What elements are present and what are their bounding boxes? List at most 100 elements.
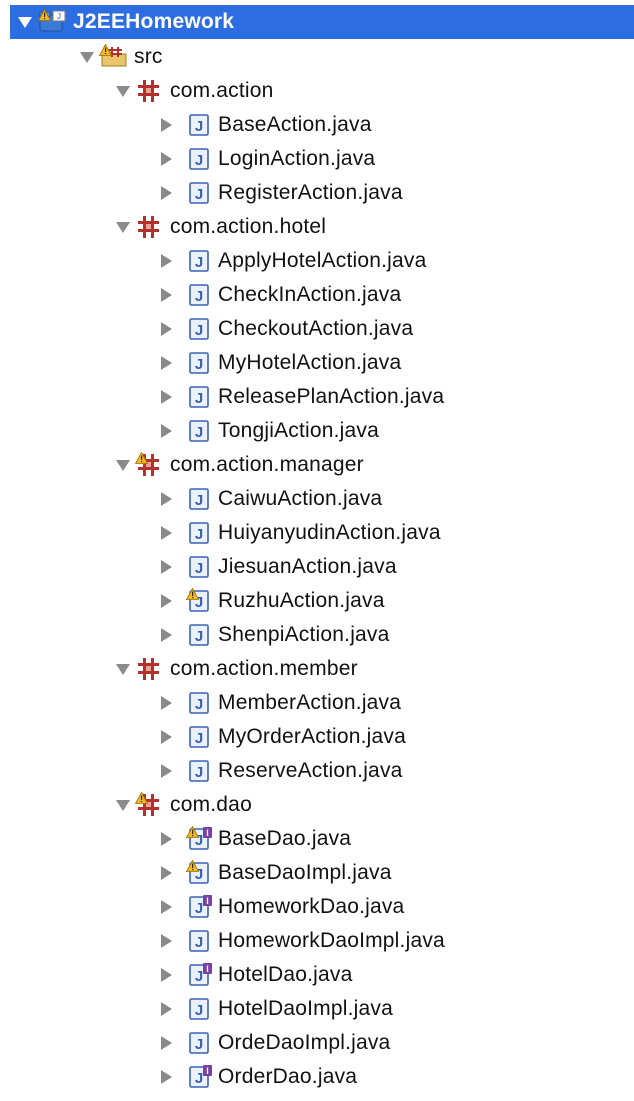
java-class-file-icon: J: [186, 588, 214, 614]
collapse-arrow-icon[interactable]: [156, 999, 176, 1019]
collapse-arrow-icon[interactable]: [156, 727, 176, 747]
warning-overlay-icon: [186, 860, 199, 872]
svg-text:J: J: [195, 288, 203, 305]
collapse-arrow-icon[interactable]: [156, 897, 176, 917]
tree-row-file[interactable]: J CheckoutAction.java: [156, 312, 413, 346]
tree-row-file[interactable]: J I HotelDao.java: [156, 958, 353, 992]
collapse-arrow-icon[interactable]: [156, 625, 176, 645]
collapse-arrow-icon[interactable]: [156, 591, 176, 611]
tree-row-file[interactable]: J I HomeworkDao.java: [156, 890, 404, 924]
tree-row-file[interactable]: J BaseDaoImpl.java: [156, 856, 392, 890]
java-class-file-icon: J: [186, 486, 214, 512]
tree-row-file[interactable]: J MyHotelAction.java: [156, 346, 401, 380]
collapse-arrow-icon[interactable]: [156, 183, 176, 203]
tree-row-package[interactable]: com.action: [113, 74, 274, 108]
collapse-arrow-icon[interactable]: [156, 319, 176, 339]
collapse-arrow-icon[interactable]: [156, 761, 176, 781]
collapse-arrow-icon[interactable]: [156, 285, 176, 305]
tree-row-file[interactable]: J MemberAction.java: [156, 686, 401, 720]
tree-row-file[interactable]: J TongjiAction.java: [156, 414, 379, 448]
file-name: TongjiAction.java: [218, 419, 379, 442]
collapse-arrow-icon[interactable]: [156, 557, 176, 577]
collapse-arrow-icon[interactable]: [156, 421, 176, 441]
java-class-file-icon: J: [186, 146, 214, 172]
svg-text:J: J: [195, 322, 203, 339]
java-interface-file-icon: JI: [186, 826, 214, 852]
svg-text:J: J: [195, 968, 203, 985]
java-class-file-icon: J: [186, 622, 214, 648]
svg-text:J: J: [195, 390, 203, 407]
tree-row-file[interactable]: J ReserveAction.java: [156, 754, 403, 788]
expand-arrow-icon[interactable]: [113, 795, 133, 815]
package-icon: [135, 792, 163, 818]
tree-row-file[interactable]: J RuzhuAction.java: [156, 584, 385, 618]
tree-row-file[interactable]: J CaiwuAction.java: [156, 482, 382, 516]
package-icon: [135, 656, 163, 682]
tree-row-file[interactable]: J BaseAction.java: [156, 108, 372, 142]
warning-overlay-icon: [135, 452, 148, 464]
tree-row-package[interactable]: com.action.member: [113, 652, 358, 686]
package-name: com.action.manager: [170, 453, 364, 476]
collapse-arrow-icon[interactable]: [156, 863, 176, 883]
file-name: MyOrderAction.java: [218, 725, 406, 748]
java-class-file-icon: J: [186, 180, 214, 206]
collapse-arrow-icon[interactable]: [156, 489, 176, 509]
expand-arrow-icon[interactable]: [77, 47, 97, 67]
tree-row-file[interactable]: J HotelDaoImpl.java: [156, 992, 393, 1026]
file-name: BaseDao.java: [218, 827, 352, 850]
file-name: HuiyanyudinAction.java: [218, 521, 441, 544]
tree-row-source-folder[interactable]: src: [77, 40, 163, 74]
expand-arrow-icon[interactable]: [113, 81, 133, 101]
collapse-arrow-icon[interactable]: [156, 693, 176, 713]
java-class-file-icon: J: [186, 690, 214, 716]
tree-row-file[interactable]: J I BaseDao.java: [156, 822, 351, 856]
tree-row-file[interactable]: J I OrderDao.java: [156, 1060, 357, 1094]
file-name: ReleasePlanAction.java: [218, 385, 445, 408]
java-class-file-icon: J: [186, 520, 214, 546]
java-interface-file-icon: JI: [186, 962, 214, 988]
tree-row-project[interactable]: J J2EEHomework: [10, 5, 634, 39]
collapse-arrow-icon[interactable]: [156, 149, 176, 169]
collapse-arrow-icon[interactable]: [156, 115, 176, 135]
collapse-arrow-icon[interactable]: [156, 931, 176, 951]
collapse-arrow-icon[interactable]: [156, 829, 176, 849]
warning-overlay-icon: [38, 9, 51, 21]
expand-arrow-icon[interactable]: [113, 217, 133, 237]
tree-row-package[interactable]: com.action.manager: [113, 448, 364, 482]
java-class-file-icon: J: [186, 758, 214, 784]
tree-row-package[interactable]: com.action.hotel: [113, 210, 326, 244]
expand-arrow-icon[interactable]: [113, 455, 133, 475]
tree-row-file[interactable]: J OrdeDaoImpl.java: [156, 1026, 390, 1060]
tree-row-file[interactable]: J ShenpiAction.java: [156, 618, 390, 652]
tree-row-file[interactable]: J HomeworkDaoImpl.java: [156, 924, 445, 958]
tree-row-file[interactable]: J CheckInAction.java: [156, 278, 401, 312]
collapse-arrow-icon[interactable]: [156, 353, 176, 373]
collapse-arrow-icon[interactable]: [156, 965, 176, 985]
tree-row-file[interactable]: J JiesuanAction.java: [156, 550, 397, 584]
collapse-arrow-icon[interactable]: [156, 1033, 176, 1053]
svg-text:J: J: [195, 526, 203, 543]
svg-text:J: J: [195, 152, 203, 169]
collapse-arrow-icon[interactable]: [156, 387, 176, 407]
expand-arrow-icon[interactable]: [15, 12, 35, 32]
expand-arrow-icon[interactable]: [113, 659, 133, 679]
java-class-file-icon: J: [186, 1030, 214, 1056]
svg-text:J: J: [195, 1036, 203, 1053]
tree-row-file[interactable]: J LoginAction.java: [156, 142, 375, 176]
tree-row-file[interactable]: J ApplyHotelAction.java: [156, 244, 426, 278]
file-name: CheckoutAction.java: [218, 317, 414, 340]
tree-row-file[interactable]: J MyOrderAction.java: [156, 720, 406, 754]
file-name: MemberAction.java: [218, 691, 402, 714]
tree-row-package[interactable]: com.dao: [113, 788, 252, 822]
collapse-arrow-icon[interactable]: [156, 251, 176, 271]
tree-row-file[interactable]: J RegisterAction.java: [156, 176, 403, 210]
file-name: HomeworkDao.java: [218, 895, 405, 918]
collapse-arrow-icon[interactable]: [156, 523, 176, 543]
java-class-file-icon: J: [186, 112, 214, 138]
file-name: HomeworkDaoImpl.java: [218, 929, 445, 952]
tree-row-file[interactable]: J HuiyanyudinAction.java: [156, 516, 441, 550]
collapse-arrow-icon[interactable]: [156, 1067, 176, 1087]
tree-row-file[interactable]: J ReleasePlanAction.java: [156, 380, 444, 414]
svg-text:J: J: [195, 356, 203, 373]
svg-text:J: J: [195, 492, 203, 509]
